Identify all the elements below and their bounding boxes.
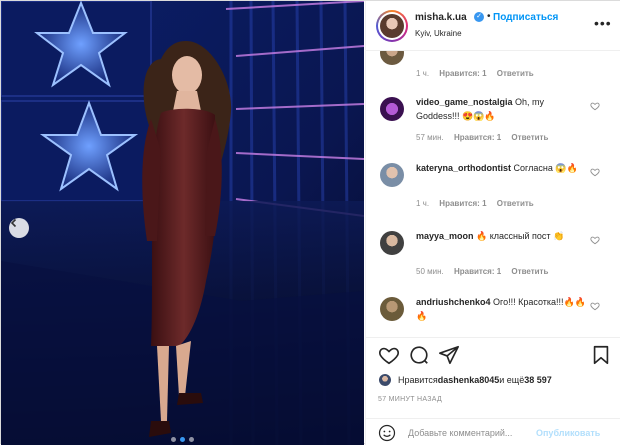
post-header: misha.k.ua ✓ • Подписаться Kyiv, Ukraine…: [366, 1, 620, 51]
comment-likes[interactable]: Нравится: 1: [439, 69, 486, 78]
post-timestamp[interactable]: 57 МИНУТ НАЗАД: [378, 396, 442, 403]
commenter-username[interactable]: mayya_moon: [416, 231, 474, 241]
heart-icon[interactable]: [590, 101, 600, 111]
post-window: misha.k.ua ✓ • Подписаться Kyiv, Ukraine…: [0, 0, 620, 445]
comment-text: andriushchenko4 Ого!!! Красотка!!!🔥🔥🔥: [416, 295, 586, 323]
comment-meta: 50 мин. Нравится: 1 Ответить: [416, 267, 556, 276]
comment-likes[interactable]: Нравится: 1: [454, 267, 501, 276]
commenter-avatar[interactable]: [380, 163, 404, 187]
commenter-avatar[interactable]: [380, 97, 404, 121]
carousel-dot: [189, 437, 194, 442]
commenter-avatar[interactable]: [380, 231, 404, 255]
photo-illustration: [1, 1, 364, 445]
heart-icon[interactable]: [590, 167, 600, 177]
share-send-icon[interactable]: [438, 344, 460, 366]
comments-list[interactable]: 1 ч. Нравится: 1 Ответить video_game_nos…: [366, 51, 620, 337]
comment-time: 1 ч.: [416, 69, 430, 78]
comment-bubble-icon[interactable]: [408, 344, 430, 366]
comment-time: 57 мин.: [416, 133, 444, 142]
post-sidebar: misha.k.ua ✓ • Подписаться Kyiv, Ukraine…: [365, 1, 620, 445]
reply-button[interactable]: Ответить: [511, 133, 548, 142]
likes-summary[interactable]: Нравится dashenka8045 и ещё 38 597: [378, 372, 552, 388]
reply-button[interactable]: Ответить: [497, 199, 534, 208]
author-username[interactable]: misha.k.ua: [415, 12, 467, 23]
follow-button[interactable]: Подписаться: [493, 12, 558, 23]
carousel-dots: [171, 437, 194, 442]
heart-icon[interactable]: [590, 301, 600, 311]
comment-text: mayya_moon 🔥 классный пост 👏: [416, 229, 586, 243]
comment-text: video_game_nostalgia Oh, my Goddess!!! 😍…: [416, 95, 586, 123]
comment-likes[interactable]: Нравится: 1: [439, 199, 486, 208]
commenter-avatar[interactable]: [380, 51, 404, 65]
carousel-dot: [171, 437, 176, 442]
comment-body: Согласна 😱🔥: [511, 163, 578, 173]
chevron-left-icon: [10, 218, 17, 228]
reply-button[interactable]: Ответить: [497, 69, 534, 78]
post-photo[interactable]: [1, 1, 364, 445]
verified-badge-icon: ✓: [474, 12, 484, 22]
carousel-dot-active: [180, 437, 185, 442]
commenter-username[interactable]: andriushchenko4: [416, 297, 491, 307]
post-actions: Нравится dashenka8045 и ещё 38 597 57 МИ…: [366, 337, 620, 445]
reply-button[interactable]: Ответить: [511, 267, 548, 276]
comment-meta: 1 ч. Нравится: 1 Ответить: [416, 199, 542, 208]
header-separator: •: [487, 11, 491, 22]
more-options-icon[interactable]: •••: [594, 15, 612, 31]
likes-middle: и ещё: [499, 375, 525, 385]
liker-avatar: [378, 373, 392, 387]
liker-username[interactable]: dashenka8045: [438, 375, 500, 385]
like-heart-icon[interactable]: [378, 344, 400, 366]
emoji-icon[interactable]: [378, 424, 396, 442]
add-comment-input[interactable]: [408, 426, 548, 440]
comment-meta: 1 ч. Нравится: 1 Ответить: [416, 69, 542, 78]
comment-meta: 57 мин. Нравится: 1 Ответить: [416, 133, 556, 142]
heart-icon[interactable]: [590, 235, 600, 245]
commenter-avatar[interactable]: [380, 297, 404, 321]
carousel-prev-button[interactable]: [9, 218, 29, 238]
commenter-username[interactable]: video_game_nostalgia: [416, 97, 513, 107]
comment-body: 🔥 классный пост 👏: [473, 231, 565, 241]
likes-prefix: Нравится: [398, 375, 438, 385]
add-comment-row: Опубликовать: [366, 418, 620, 446]
post-location[interactable]: Kyiv, Ukraine: [415, 29, 462, 38]
bookmark-icon[interactable]: [590, 344, 612, 366]
likes-count[interactable]: 38 597: [524, 375, 552, 385]
author-avatar[interactable]: [376, 10, 408, 42]
publish-button[interactable]: Опубликовать: [536, 428, 600, 438]
comment-text: kateryna_orthodontist Согласна 😱🔥: [416, 161, 586, 175]
comment-time: 1 ч.: [416, 199, 430, 208]
comment-time: 50 мин.: [416, 267, 444, 276]
commenter-username[interactable]: kateryna_orthodontist: [416, 163, 511, 173]
comment-likes[interactable]: Нравится: 1: [454, 133, 501, 142]
